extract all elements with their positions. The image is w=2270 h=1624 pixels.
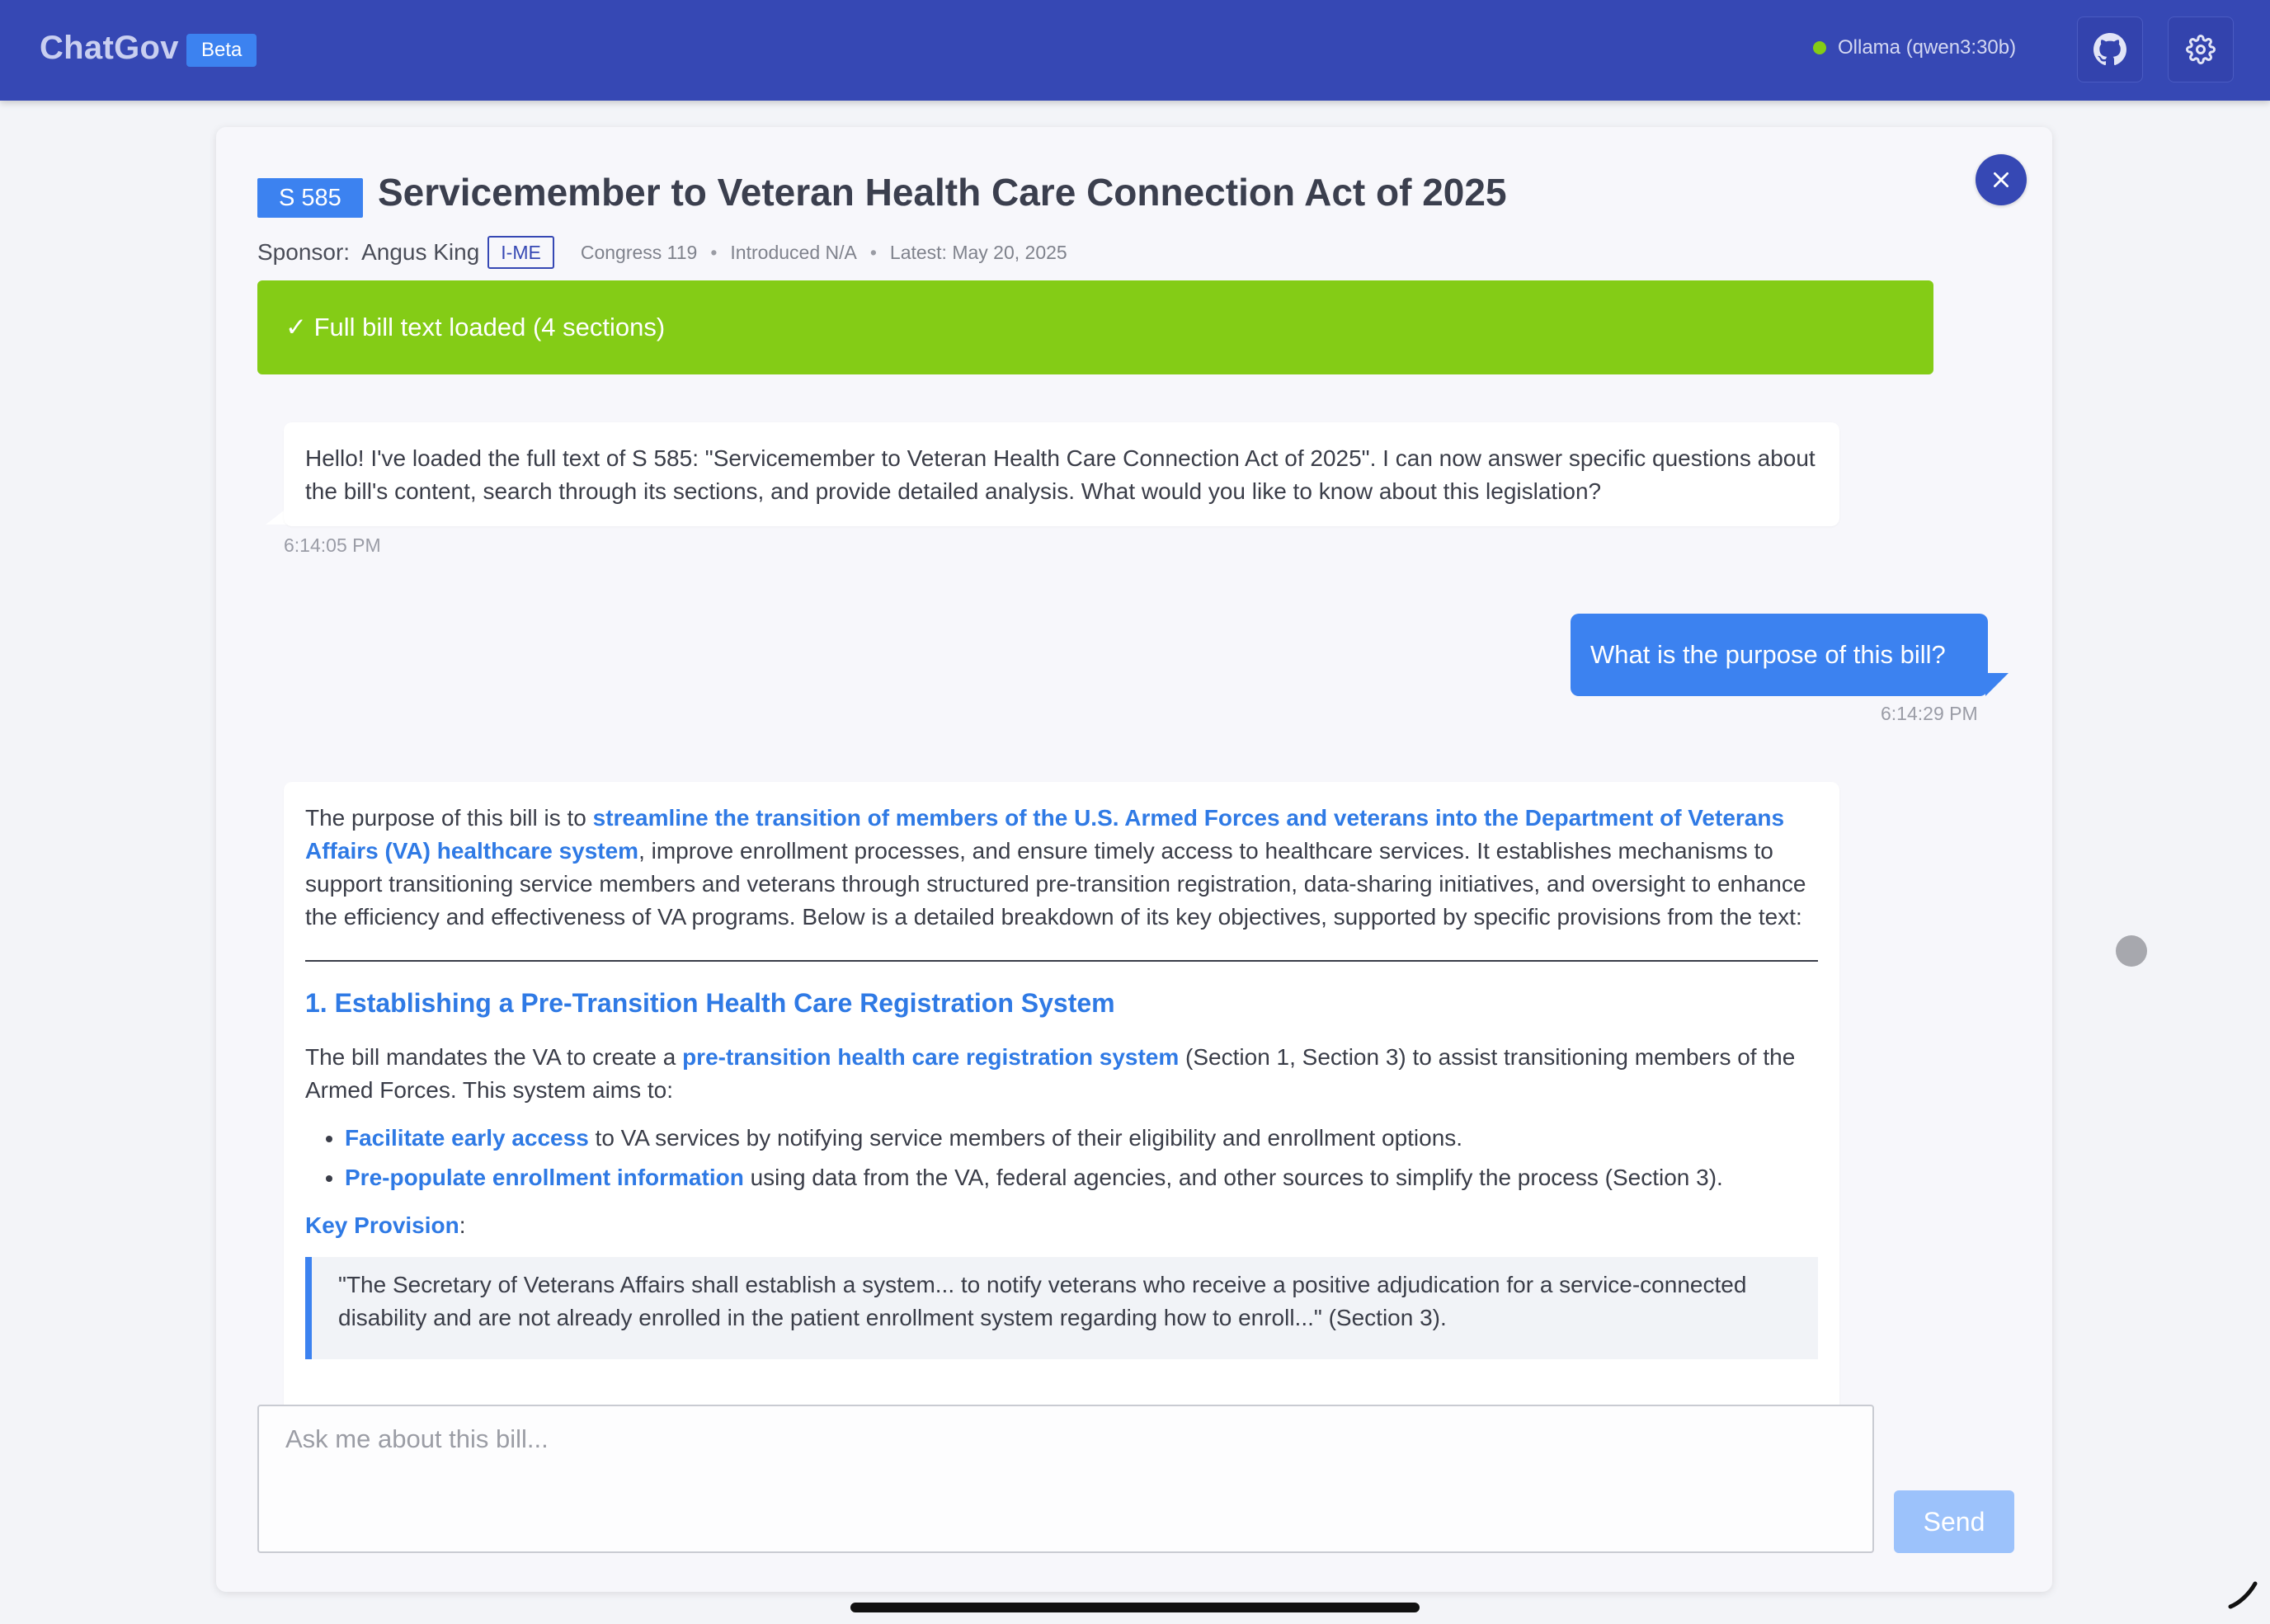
- chat-input[interactable]: [259, 1406, 1872, 1551]
- bill-id-badge: S 585: [257, 178, 363, 218]
- model-status: Ollama (qwen3:30b): [1813, 36, 2016, 59]
- text-run: The bill mandates the VA to create a: [305, 1044, 683, 1070]
- scroll-indicator[interactable]: [2116, 935, 2147, 967]
- github-icon: [2093, 33, 2126, 66]
- home-indicator: [850, 1603, 1420, 1612]
- beta-badge: Beta: [186, 34, 257, 67]
- section-heading: 1. Establishing a Pre-Transition Health …: [305, 988, 1115, 1018]
- settings-button[interactable]: [2168, 16, 2234, 82]
- close-button[interactable]: [1976, 154, 2027, 205]
- send-button[interactable]: Send: [1894, 1490, 2014, 1553]
- text-run: to VA services by notifying service memb…: [588, 1125, 1463, 1151]
- bill-meta: Sponsor: Angus King I-ME Congress 119 • …: [257, 236, 1067, 269]
- blockquote: "The Secretary of Veterans Affairs shall…: [305, 1257, 1818, 1359]
- highlight-text: pre-transition health care registration …: [682, 1044, 1180, 1070]
- github-button[interactable]: [2077, 16, 2143, 82]
- message-timestamp: 6:14:05 PM: [284, 534, 381, 556]
- model-status-label: Ollama (qwen3:30b): [1838, 36, 2017, 59]
- objective-list: Facilitate early access to VA services b…: [345, 1122, 1818, 1194]
- divider: [305, 960, 1818, 962]
- meta-separator: •: [869, 241, 877, 263]
- message-timestamp: 6:14:29 PM: [1881, 703, 1978, 724]
- key-provision-label: Key Provision:: [305, 1209, 1818, 1242]
- introduced-label: Introduced N/A: [730, 241, 857, 263]
- pencil-icon: [2228, 1581, 2258, 1609]
- gear-icon: [2186, 35, 2216, 64]
- section-paragraph: The bill mandates the VA to create a pre…: [305, 1041, 1818, 1107]
- highlight-text: Pre-populate enrollment information: [345, 1165, 744, 1190]
- message-text: Hello! I've loaded the full text of S 58…: [305, 445, 1816, 504]
- text-run: :: [459, 1212, 466, 1238]
- bubble-tail: [1985, 673, 2009, 696]
- chat-input-container: [257, 1405, 1874, 1553]
- list-item: Pre-populate enrollment information usin…: [345, 1161, 1818, 1194]
- top-bar: ChatGov Beta Ollama (qwen3:30b): [0, 0, 2270, 101]
- list-item: Facilitate early access to VA services b…: [345, 1122, 1818, 1155]
- text-run: The purpose of this bill is to: [305, 805, 593, 831]
- app-logo[interactable]: ChatGov: [40, 30, 179, 67]
- answer-intro: The purpose of this bill is to streamlin…: [305, 802, 1818, 934]
- congress-label: Congress 119: [580, 241, 698, 263]
- party-badge: I-ME: [487, 236, 554, 269]
- sponsor-label: Sponsor:: [257, 239, 351, 265]
- quote-text: "The Secretary of Veterans Affairs shall…: [338, 1272, 1747, 1330]
- meta-separator: •: [710, 241, 718, 263]
- close-icon: [1994, 172, 2009, 187]
- latest-action-label: Latest: May 20, 2025: [889, 241, 1067, 263]
- user-message: What is the purpose of this bill?: [1571, 614, 1988, 696]
- highlight-text: Key Provision: [305, 1212, 459, 1238]
- status-dot-icon: [1813, 41, 1826, 54]
- sponsor-name: Angus King: [361, 239, 480, 265]
- text-run: using data from the VA, federal agencies…: [743, 1165, 1723, 1190]
- highlight-text: Facilitate early access: [345, 1125, 589, 1151]
- assistant-message: Hello! I've loaded the full text of S 58…: [284, 422, 1839, 526]
- load-status-banner: ✓ Full bill text loaded (4 sections): [257, 280, 1933, 374]
- bill-chat-modal: S 585 Servicemember to Veteran Health Ca…: [216, 127, 2052, 1592]
- bill-title: Servicemember to Veteran Health Care Con…: [378, 171, 1507, 214]
